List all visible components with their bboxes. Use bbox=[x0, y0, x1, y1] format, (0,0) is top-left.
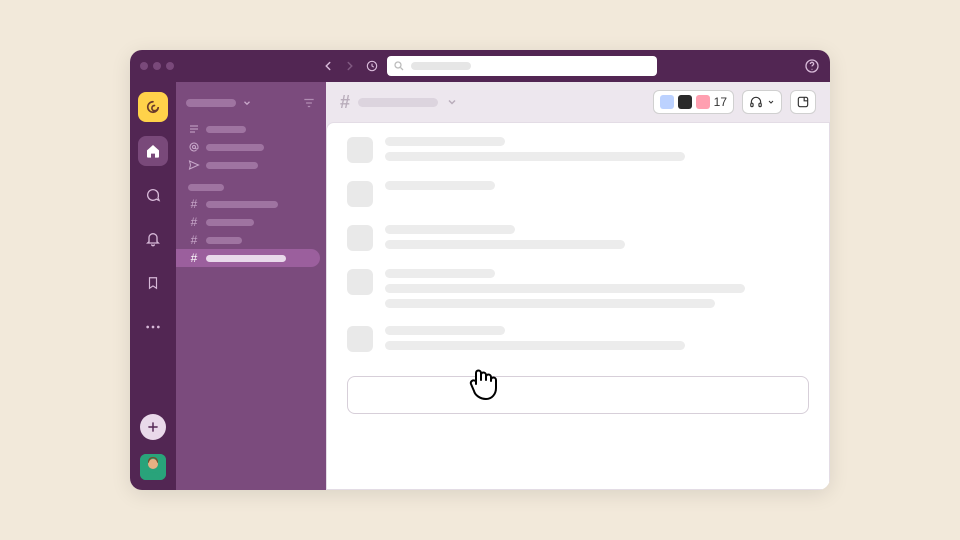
sidebar-quick-item[interactable] bbox=[176, 138, 326, 156]
titlebar bbox=[130, 50, 830, 82]
chevron-down-icon bbox=[767, 98, 775, 106]
more-icon[interactable] bbox=[138, 312, 168, 342]
forward-icon[interactable] bbox=[343, 59, 357, 73]
sidebar-item-label bbox=[206, 255, 286, 262]
hash-icon: # bbox=[188, 233, 200, 247]
create-button[interactable] bbox=[140, 414, 166, 440]
sidebar-quick-item[interactable] bbox=[176, 120, 326, 138]
message-avatar[interactable] bbox=[347, 181, 373, 207]
message-content bbox=[385, 269, 809, 308]
message-row[interactable] bbox=[347, 269, 809, 308]
sidebar-item-label bbox=[206, 126, 246, 133]
home-icon[interactable] bbox=[138, 136, 168, 166]
sidebar-item-label bbox=[206, 201, 278, 208]
hash-icon: # bbox=[188, 215, 200, 229]
swirl-icon bbox=[144, 98, 162, 116]
sidebar-channel-item[interactable]: # bbox=[176, 231, 326, 249]
history-icon[interactable] bbox=[365, 59, 379, 73]
search-icon bbox=[393, 60, 405, 72]
channels-header[interactable] bbox=[188, 184, 224, 191]
sidebar-item-label bbox=[206, 237, 242, 244]
activity-icon[interactable] bbox=[138, 224, 168, 254]
hash-icon: # bbox=[340, 92, 350, 113]
message-row[interactable] bbox=[347, 225, 809, 251]
message-composer[interactable] bbox=[347, 376, 809, 414]
headphones-icon bbox=[749, 95, 763, 109]
message-avatar[interactable] bbox=[347, 269, 373, 295]
members-pill[interactable]: 17 bbox=[653, 90, 734, 114]
message-content bbox=[385, 137, 809, 163]
message-row[interactable] bbox=[347, 326, 809, 352]
chevron-down-icon[interactable] bbox=[446, 96, 458, 108]
dm-icon[interactable] bbox=[138, 180, 168, 210]
member-avatar bbox=[678, 95, 692, 109]
message-text-line bbox=[385, 240, 625, 249]
mentions-icon bbox=[188, 141, 200, 153]
member-avatar bbox=[696, 95, 710, 109]
member-avatar bbox=[660, 95, 674, 109]
channel-sidebar: # # # # bbox=[176, 82, 326, 490]
back-icon[interactable] bbox=[321, 59, 335, 73]
sidebar-channel-item[interactable]: # bbox=[176, 213, 326, 231]
workspace-name bbox=[186, 99, 236, 107]
message-avatar[interactable] bbox=[347, 326, 373, 352]
app-window: # # # # # 17 bbox=[130, 50, 830, 490]
sidebar-item-label bbox=[206, 144, 264, 151]
thread-icon bbox=[188, 123, 200, 135]
message-content bbox=[385, 326, 809, 352]
message-text-line bbox=[385, 137, 505, 146]
message-avatar[interactable] bbox=[347, 225, 373, 251]
message-row[interactable] bbox=[347, 137, 809, 163]
search-placeholder bbox=[411, 62, 471, 70]
search-input[interactable] bbox=[387, 56, 657, 76]
message-text-line bbox=[385, 299, 715, 308]
channel-header: # 17 bbox=[326, 82, 830, 122]
sidebar-quick-item[interactable] bbox=[176, 156, 326, 174]
workspace-switcher[interactable] bbox=[176, 92, 326, 120]
message-text-line bbox=[385, 152, 685, 161]
plus-icon bbox=[146, 420, 160, 434]
workspace-tile[interactable] bbox=[138, 92, 168, 122]
drafts-icon bbox=[188, 159, 200, 171]
traffic-light[interactable] bbox=[140, 62, 148, 70]
sidebar-channel-item[interactable]: # bbox=[176, 195, 326, 213]
hash-icon: # bbox=[188, 197, 200, 211]
message-list[interactable] bbox=[326, 122, 830, 490]
traffic-lights bbox=[140, 62, 174, 70]
help-icon[interactable] bbox=[804, 58, 820, 74]
message-text-line bbox=[385, 341, 685, 350]
channel-name[interactable] bbox=[358, 98, 438, 107]
hash-icon: # bbox=[188, 251, 200, 265]
app-body: # # # # # 17 bbox=[130, 82, 830, 490]
message-content bbox=[385, 225, 809, 251]
nav-controls bbox=[321, 59, 379, 73]
main-pane: # 17 bbox=[326, 82, 830, 490]
message-text-line bbox=[385, 284, 745, 293]
sidebar-item-label bbox=[206, 219, 254, 226]
workspace-rail bbox=[130, 82, 176, 490]
message-text-line bbox=[385, 181, 495, 190]
user-avatar[interactable] bbox=[140, 454, 166, 480]
chevron-down-icon bbox=[242, 98, 252, 108]
huddle-button[interactable] bbox=[742, 90, 782, 114]
message-text-line bbox=[385, 225, 515, 234]
filter-icon[interactable] bbox=[302, 96, 316, 110]
message-text-line bbox=[385, 326, 505, 335]
member-count: 17 bbox=[714, 95, 727, 109]
sidebar-channel-item[interactable]: # bbox=[176, 249, 320, 267]
sidebar-item-label bbox=[206, 162, 258, 169]
canvas-icon bbox=[796, 95, 810, 109]
message-row[interactable] bbox=[347, 181, 809, 207]
message-avatar[interactable] bbox=[347, 137, 373, 163]
later-icon[interactable] bbox=[138, 268, 168, 298]
message-content bbox=[385, 181, 809, 207]
traffic-light[interactable] bbox=[166, 62, 174, 70]
canvas-button[interactable] bbox=[790, 90, 816, 114]
traffic-light[interactable] bbox=[153, 62, 161, 70]
message-text-line bbox=[385, 269, 495, 278]
